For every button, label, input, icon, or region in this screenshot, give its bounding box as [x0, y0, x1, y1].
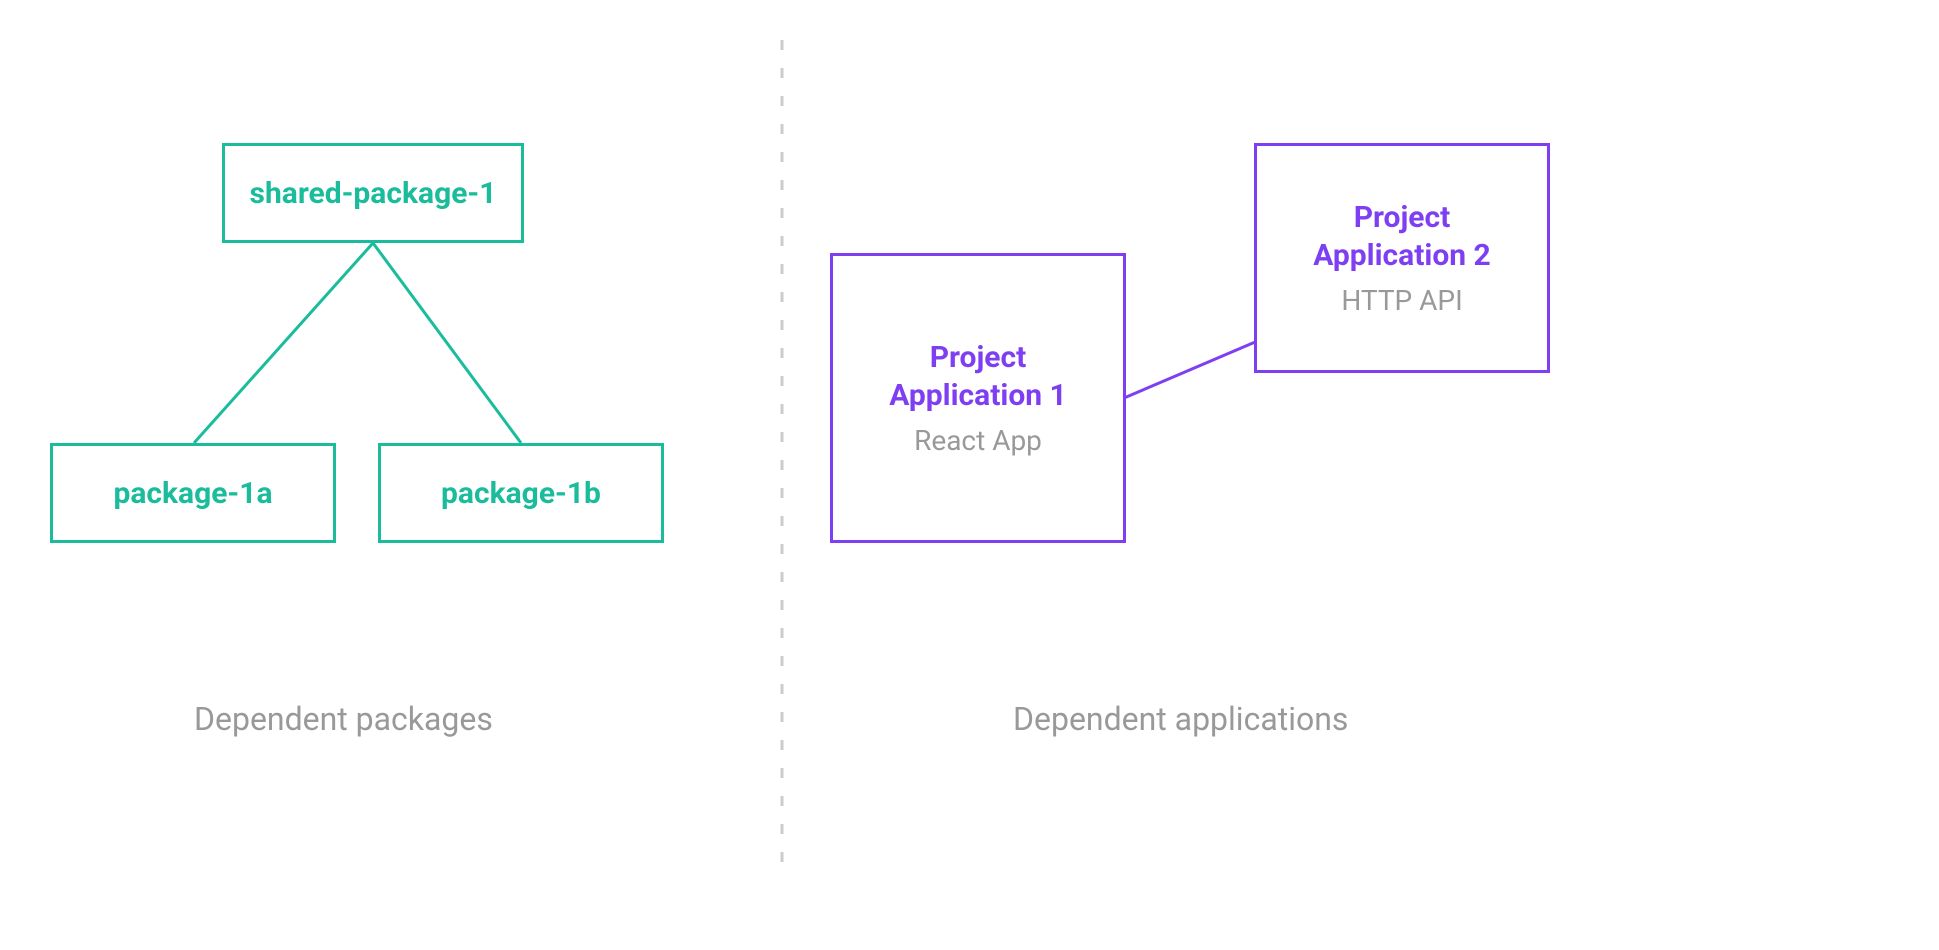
right-caption: Dependent applications	[1013, 700, 1348, 738]
project-app-2-title: Project Application 2	[1313, 199, 1491, 274]
package-1a-label: package-1a	[113, 476, 272, 511]
connector-parent-to-child-b	[373, 243, 521, 443]
project-app-1-title-line1: Project	[930, 340, 1027, 375]
connector-parent-to-child-a	[194, 243, 373, 443]
project-app-2-title-line1: Project	[1354, 200, 1451, 235]
project-app-1-title-line2: Application 1	[889, 378, 1067, 413]
left-caption: Dependent packages	[194, 700, 493, 738]
package-1a-box: package-1a	[50, 443, 336, 543]
shared-package-box: shared-package-1	[222, 143, 524, 243]
project-app-1-subtitle: React App	[914, 424, 1042, 457]
project-app-2-title-line2: Application 2	[1313, 238, 1491, 273]
project-app-2-subtitle: HTTP API	[1341, 284, 1462, 317]
project-app-1-title: Project Application 1	[889, 339, 1067, 414]
project-app-2-box: Project Application 2 HTTP API	[1254, 143, 1550, 373]
diagram-container: shared-package-1 package-1a package-1b D…	[0, 0, 1939, 950]
shared-package-label: shared-package-1	[250, 176, 497, 211]
project-app-1-box: Project Application 1 React App	[830, 253, 1126, 543]
package-1b-label: package-1b	[441, 476, 601, 511]
package-1b-box: package-1b	[378, 443, 664, 543]
